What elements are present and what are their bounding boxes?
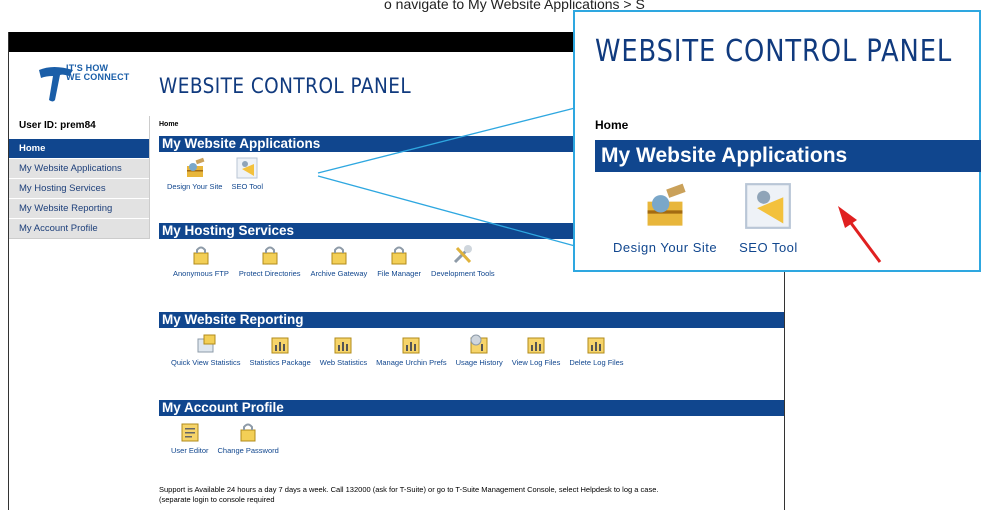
label: View Log Files	[511, 358, 561, 367]
statistics-package-link[interactable]: Statistics Package	[249, 333, 311, 367]
section-header: My Website Reporting	[159, 312, 784, 328]
label: Development Tools	[431, 269, 495, 278]
logo-tagline: IT'S HOW WE CONNECT	[66, 64, 130, 82]
design-site-icon	[186, 157, 205, 177]
label: User Editor	[171, 446, 209, 455]
support-notice-line2: (separate login to console required	[159, 495, 275, 504]
section-header: My Account Profile	[159, 400, 784, 416]
manage-urchin-prefs-link[interactable]: Manage Urchin Prefs	[376, 333, 447, 367]
section-account-profile: My Account Profile User Editor Change Pa…	[159, 400, 784, 455]
tools-icon	[453, 245, 472, 264]
seo-tool-icon	[236, 157, 258, 179]
sidebar-item-website-reporting[interactable]: My Website Reporting	[9, 198, 149, 218]
lock-icon	[331, 246, 347, 265]
seo-tool-link[interactable]: SEO Tool	[231, 157, 263, 191]
zoom-title: WEBSITE CONTROL PANEL	[595, 34, 953, 69]
support-notice: Support is Available 24 hours a day 7 da…	[159, 485, 779, 505]
label: Design Your Site	[167, 182, 223, 191]
label: Quick View Statistics	[171, 358, 241, 367]
protect-directories-link[interactable]: Protect Directories	[239, 244, 301, 278]
lock-icon	[240, 423, 256, 442]
lock-icon	[262, 246, 278, 265]
label: SEO Tool	[739, 240, 798, 255]
label: SEO Tool	[231, 182, 264, 191]
zoom-design-your-site-link[interactable]: Design Your Site	[613, 182, 717, 255]
design-your-site-link[interactable]: Design Your Site	[167, 157, 222, 191]
sidebar-item-account-profile[interactable]: My Account Profile	[9, 218, 149, 238]
quick-view-statistics-link[interactable]: Quick View Statistics	[171, 333, 240, 367]
development-tools-link[interactable]: Development Tools	[431, 244, 495, 278]
label: Manage Urchin Prefs	[376, 358, 447, 367]
label: Protect Directories	[238, 269, 301, 278]
user-editor-link[interactable]: User Editor	[171, 421, 209, 455]
user-id: User ID: prem84	[19, 120, 96, 131]
sidebar-item-website-applications[interactable]: My Website Applications	[9, 158, 149, 178]
zoom-seo-tool-link[interactable]: SEO Tool	[739, 182, 798, 255]
view-log-files-link[interactable]: View Log Files	[511, 333, 561, 367]
lock-icon	[193, 246, 209, 265]
web-statistics-link[interactable]: Web Statistics	[320, 333, 367, 367]
label: Usage History	[455, 358, 503, 367]
label: Statistics Package	[249, 358, 311, 367]
sidebar-item-hosting-services[interactable]: My Hosting Services	[9, 178, 149, 198]
page-title: WEBSITE CONTROL PANEL	[159, 74, 412, 98]
label: Web Statistics	[319, 358, 368, 367]
chart-icon	[527, 337, 545, 354]
lock-icon	[391, 246, 407, 265]
file-manager-link[interactable]: File Manager	[377, 244, 421, 278]
label: Change Password	[217, 446, 279, 455]
chart-icon	[587, 337, 605, 354]
chart-icon	[334, 337, 352, 354]
label: Delete Log Files	[569, 358, 624, 367]
label: Anonymous FTP	[173, 269, 229, 278]
seo-tool-icon	[745, 183, 792, 229]
chart-icon	[271, 337, 289, 354]
label: Design Your Site	[613, 240, 718, 255]
support-notice-line1: Support is Available 24 hours a day 7 da…	[159, 485, 659, 494]
usage-history-link[interactable]: Usage History	[456, 333, 503, 367]
delete-log-files-link[interactable]: Delete Log Files	[569, 333, 624, 367]
zoom-callout-panel: WEBSITE CONTROL PANEL Home My Website Ap…	[573, 10, 981, 272]
sidebar-item-home[interactable]: Home	[9, 138, 149, 158]
sidebar: User ID: prem84 Home My Website Applicat…	[9, 116, 150, 239]
chart-icon	[402, 337, 420, 354]
archive-gateway-link[interactable]: Archive Gateway	[310, 244, 368, 278]
gear-chart-icon	[470, 334, 488, 354]
design-site-icon	[647, 183, 686, 226]
logo-tagline-line2: WE CONNECT	[66, 72, 130, 82]
anonymous-ftp-link[interactable]: Anonymous FTP	[173, 244, 229, 278]
label: File Manager	[377, 269, 422, 278]
user-editor-icon	[181, 423, 199, 442]
zoom-breadcrumb: Home	[595, 118, 629, 132]
zoom-section-header: My Website Applications	[595, 140, 981, 172]
stats-window-icon	[197, 334, 216, 353]
label: Archive Gateway	[310, 269, 368, 278]
change-password-link[interactable]: Change Password	[218, 421, 279, 455]
breadcrumb: Home	[159, 121, 179, 128]
section-website-reporting: My Website Reporting Quick View Statisti…	[159, 312, 784, 367]
